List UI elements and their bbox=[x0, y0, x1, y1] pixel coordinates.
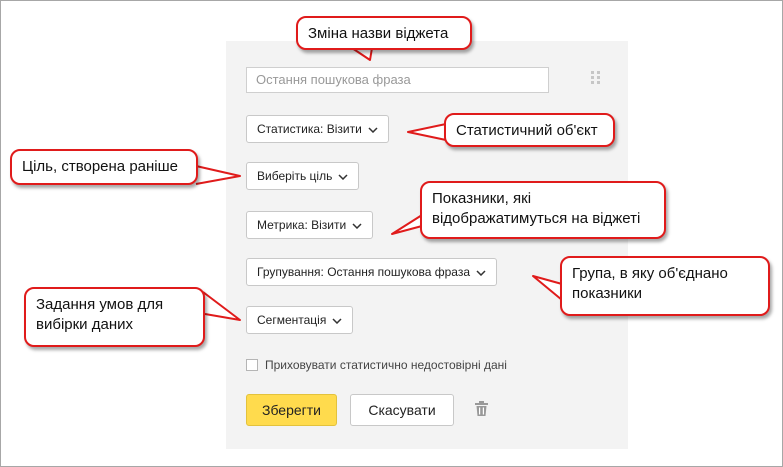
callout-rename-text: Зміна назви віджета bbox=[308, 25, 449, 42]
callout-metrics-text: Показники, які відображатимуться на відж… bbox=[432, 190, 641, 227]
callout-rename: Зміна назви віджета bbox=[296, 16, 472, 50]
callout-group-text: Група, в яку об'єднано показники bbox=[572, 265, 728, 302]
callout-goal: Ціль, створена раніше bbox=[10, 149, 198, 185]
callout-pointers bbox=[195, 47, 563, 321]
callout-metrics: Показники, які відображатимуться на відж… bbox=[420, 181, 666, 239]
callout-goal-text: Ціль, створена раніше bbox=[22, 158, 178, 175]
callout-statistic-object-text: Статистичний об'єкт bbox=[456, 122, 598, 139]
callout-group: Група, в яку об'єднано показники bbox=[560, 256, 770, 316]
callout-statistic-object: Статистичний об'єкт bbox=[444, 113, 615, 147]
callout-conditions-text: Задання умов для вибірки даних bbox=[36, 296, 164, 333]
callout-conditions: Задання умов для вибірки даних bbox=[24, 287, 205, 347]
